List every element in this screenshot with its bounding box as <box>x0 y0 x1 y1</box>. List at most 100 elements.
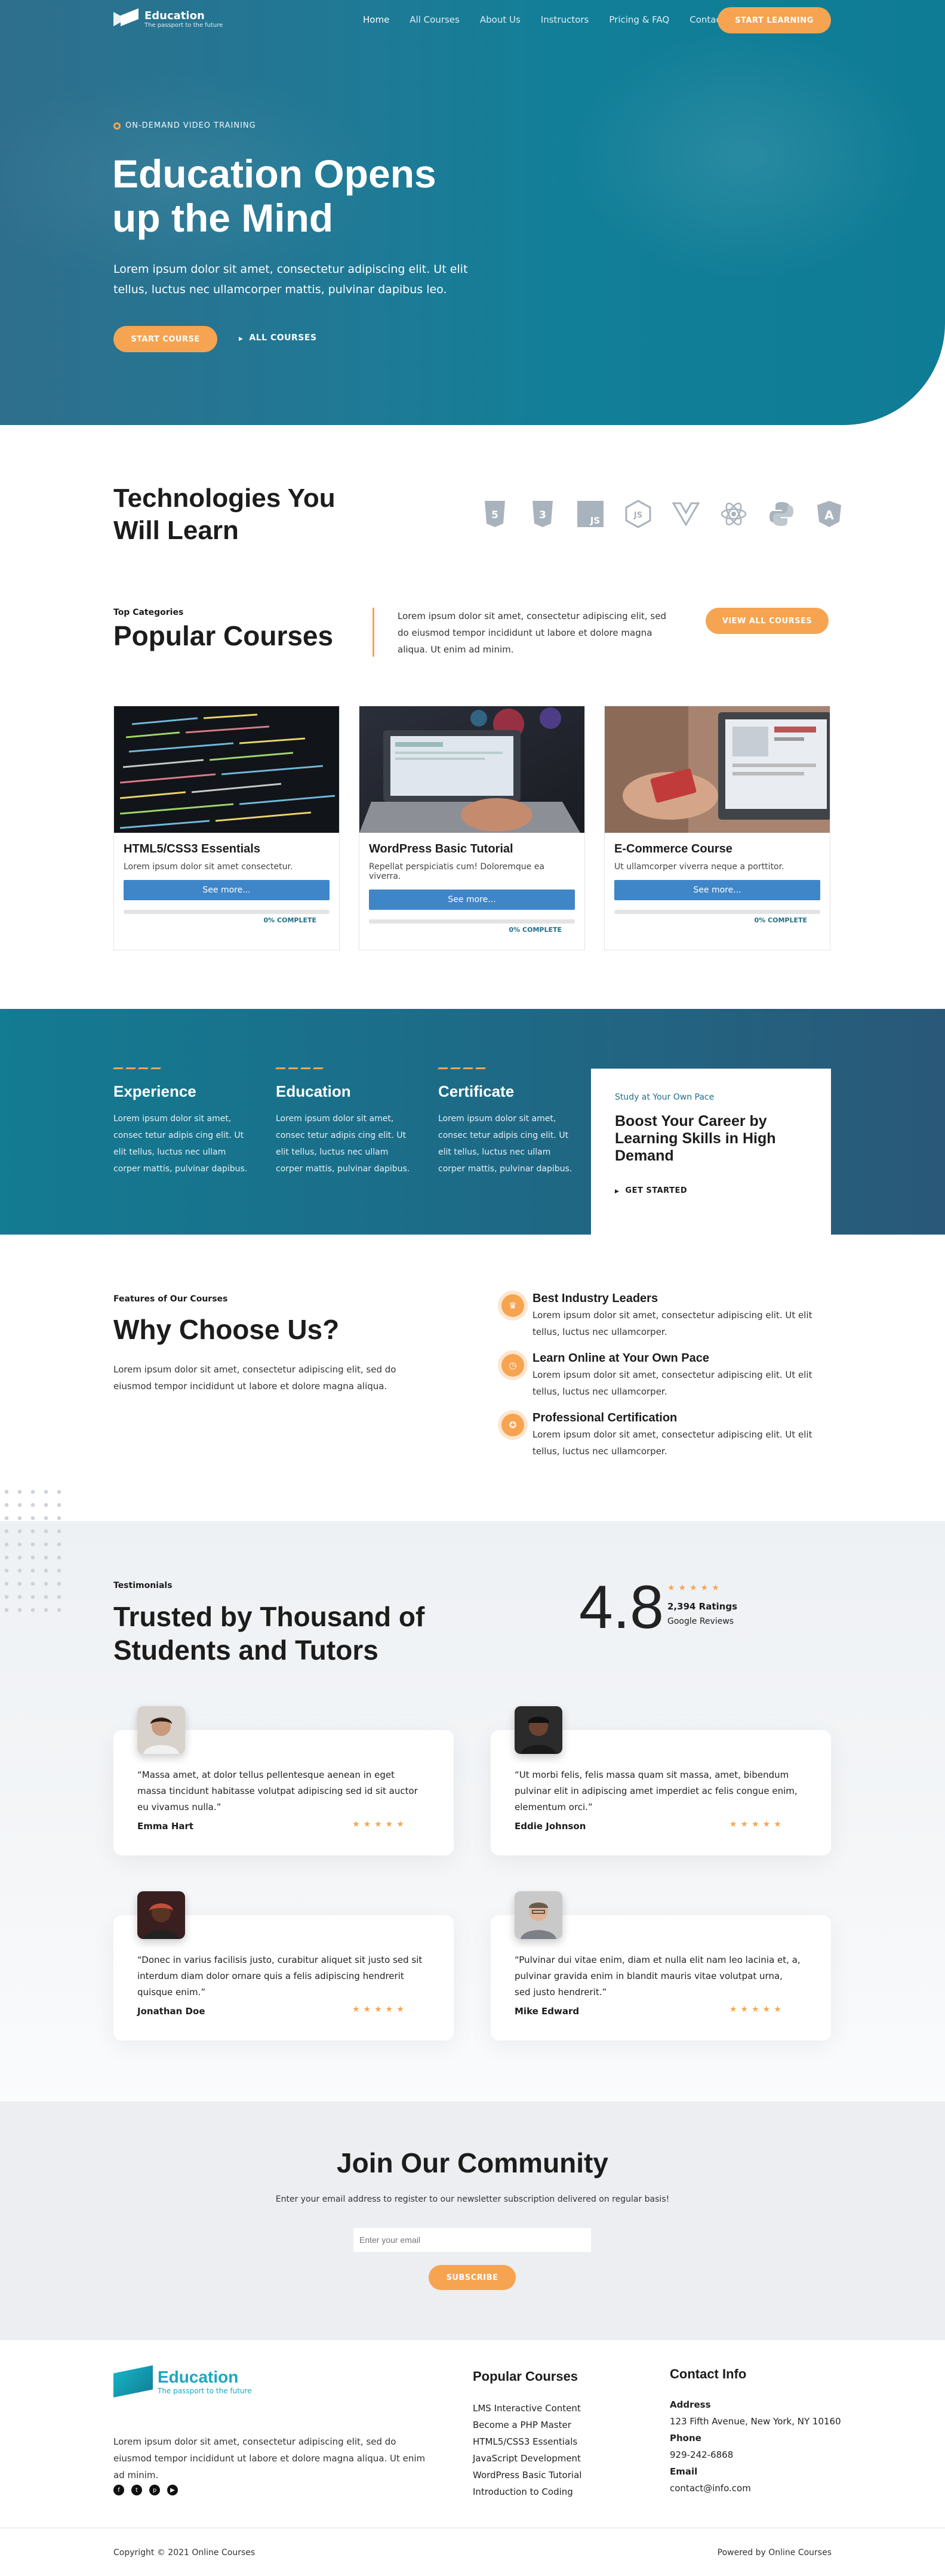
phone-label: Phone <box>670 2433 701 2443</box>
youtube-icon[interactable]: ▶ <box>167 2485 178 2495</box>
svg-text:JS: JS <box>633 511 642 520</box>
email-label: Email <box>670 2466 698 2477</box>
nav-about-us[interactable]: About Us <box>480 14 521 25</box>
site-logo[interactable]: Education The passport to the future <box>113 8 223 30</box>
rating-count: 2,394 Ratings <box>667 1601 737 1612</box>
email-input[interactable] <box>353 2228 591 2252</box>
testimonial-card: “Massa amet, at dolor tellus pellentesqu… <box>113 1706 454 1855</box>
testimonial-stars: ★★★★★ <box>729 2005 785 2014</box>
why-item-title: Professional Certification <box>532 1411 678 1424</box>
testimonial-text: “Ut morbi felis, felis massa quam sit ma… <box>515 1769 798 1812</box>
testimonial-name: Jonathan Doe <box>137 2006 205 2017</box>
testimonial-name: Eddie Johnson <box>515 1821 586 1832</box>
testimonials-eyebrow: Testimonials <box>113 1581 173 1590</box>
community-section <box>0 2101 945 2340</box>
svg-text:JS: JS <box>590 515 600 526</box>
footer-course-link[interactable]: Introduction to Coding <box>473 2483 581 2500</box>
start-course-button[interactable]: START COURSE <box>113 326 217 352</box>
certificate-icon: ✪ <box>501 1414 524 1436</box>
popular-text: Lorem ipsum dolor sit amet, consectetur … <box>398 611 666 655</box>
why-item: ◷ Learn Online at Your Own Pace Lorem ip… <box>501 1352 836 1400</box>
course-card[interactable]: WordPress Basic Tutorial Repellat perspi… <box>359 706 585 950</box>
twitter-icon[interactable]: t <box>131 2485 142 2495</box>
feature-title: Certificate <box>438 1082 515 1100</box>
pace-title: Boost Your Career by Learning Skills in … <box>615 1113 776 1164</box>
pinterest-icon[interactable]: p <box>149 2485 160 2495</box>
html5-icon: 5 <box>481 500 509 528</box>
logo-title: Education <box>144 9 205 22</box>
react-icon <box>720 500 747 528</box>
rating-stars: ★★★★★ <box>667 1583 723 1593</box>
course-title[interactable]: WordPress Basic Tutorial <box>369 842 575 856</box>
avatar <box>137 1891 185 1939</box>
laptop-typing-image <box>359 706 584 833</box>
avatar <box>515 1891 562 1939</box>
course-description: Lorem ipsum dolor sit amet consectetur. <box>124 862 293 872</box>
footer-text: Lorem ipsum dolor sit amet, consectetur … <box>113 2436 426 2480</box>
nav-instructors[interactable]: Instructors <box>541 14 589 25</box>
avatar <box>137 1706 185 1754</box>
course-image <box>114 706 339 833</box>
progress-status: 0% COMPLETE <box>509 926 562 934</box>
why-title: Why Choose Us? <box>113 1314 340 1345</box>
all-courses-link[interactable]: ▶ ALL COURSES <box>239 333 317 343</box>
testimonial-card: “Pulvinar dui vitae enim, diam et nulla … <box>491 1891 831 2041</box>
nav-pricing-faq[interactable]: Pricing & FAQ <box>609 14 669 25</box>
course-card[interactable]: E-Commerce Course Ut ullamcorper viverra… <box>604 706 830 950</box>
dash-decoration <box>438 1067 575 1069</box>
dots-decoration <box>0 1485 66 1617</box>
feature-title: Experience <box>113 1082 196 1100</box>
see-more-button[interactable]: See more... <box>124 880 330 900</box>
course-title[interactable]: HTML5/CSS3 Essentials <box>124 842 330 856</box>
facebook-icon[interactable]: f <box>113 2485 124 2495</box>
phone-value[interactable]: 929-242-6868 <box>670 2446 841 2463</box>
community-text: Enter your email address to register to … <box>275 2195 670 2204</box>
progress-status: 0% COMPLETE <box>263 916 316 924</box>
play-icon: ▶ <box>615 1189 620 1195</box>
play-icon: ▶ <box>239 336 244 342</box>
testimonial-stars: ★★★★★ <box>352 2005 408 2014</box>
footer-course-link[interactable]: JavaScript Development <box>473 2450 581 2467</box>
footer-course-link[interactable]: LMS Interactive Content <box>473 2400 581 2417</box>
powered-by: Powered by Online Courses <box>717 2548 832 2557</box>
see-more-button[interactable]: See more... <box>614 880 820 900</box>
testimonial-text: “Massa amet, at dolor tellus pellentesqu… <box>137 1769 418 1812</box>
course-card[interactable]: HTML5/CSS3 Essentials Lorem ipsum dolor … <box>113 706 340 950</box>
why-item-title: Learn Online at Your Own Pace <box>532 1352 710 1365</box>
dash-decoration <box>275 1067 413 1069</box>
footer-logo-subtitle: The passport to the future <box>158 2387 252 2395</box>
see-more-button[interactable]: See more... <box>369 890 575 910</box>
nodejs-icon: JS <box>624 500 652 528</box>
why-item: ✪ Professional Certification Lorem ipsum… <box>501 1411 836 1460</box>
footer-contact-title: Contact Info <box>670 2366 747 2381</box>
footer-logo[interactable]: Education The passport to the future <box>113 2365 252 2398</box>
start-learning-button[interactable]: START LEARNING <box>718 7 831 33</box>
course-title[interactable]: E-Commerce Course <box>614 842 820 856</box>
popular-title: Popular Courses <box>113 620 334 651</box>
footer-courses-title: Popular Courses <box>473 2369 578 2384</box>
course-cards: HTML5/CSS3 Essentials Lorem ipsum dolor … <box>113 706 830 950</box>
why-item-text: Lorem ipsum dolor sit amet, consectetur … <box>532 1429 812 1457</box>
hero-title: Education Opens up the Mind <box>112 152 436 240</box>
footer-course-link[interactable]: HTML5/CSS3 Essentials <box>473 2433 581 2450</box>
email-value[interactable]: contact@info.com <box>670 2480 841 2497</box>
course-image <box>359 706 584 833</box>
get-started-link[interactable]: ▶ GET STARTED <box>615 1186 807 1195</box>
progress-status: 0% COMPLETE <box>754 916 807 924</box>
address-label: Address <box>670 2399 711 2410</box>
feature-title: Education <box>276 1082 351 1100</box>
accent-divider <box>373 608 374 657</box>
footer-course-link[interactable]: WordPress Basic Tutorial <box>473 2467 581 2483</box>
nav-home[interactable]: Home <box>363 14 389 25</box>
hero-eyebrow-text: ON-DEMAND VIDEO TRAINING <box>125 121 256 130</box>
python-icon <box>768 500 795 528</box>
rating-source: Google Reviews <box>667 1617 734 1626</box>
subscribe-button[interactable]: SUBSCRIBE <box>429 2265 516 2290</box>
footer-course-link[interactable]: Become a PHP Master <box>473 2417 581 2433</box>
logo-icon <box>113 2365 153 2398</box>
feature-experience: Experience Lorem ipsum dolor sit amet, c… <box>113 1067 251 1177</box>
nav-all-courses[interactable]: All Courses <box>410 14 460 25</box>
course-image <box>605 706 830 833</box>
view-all-courses-button[interactable]: VIEW ALL COURSES <box>706 608 829 634</box>
testimonial-text: “Pulvinar dui vitae enim, diam et nulla … <box>515 1955 801 1998</box>
